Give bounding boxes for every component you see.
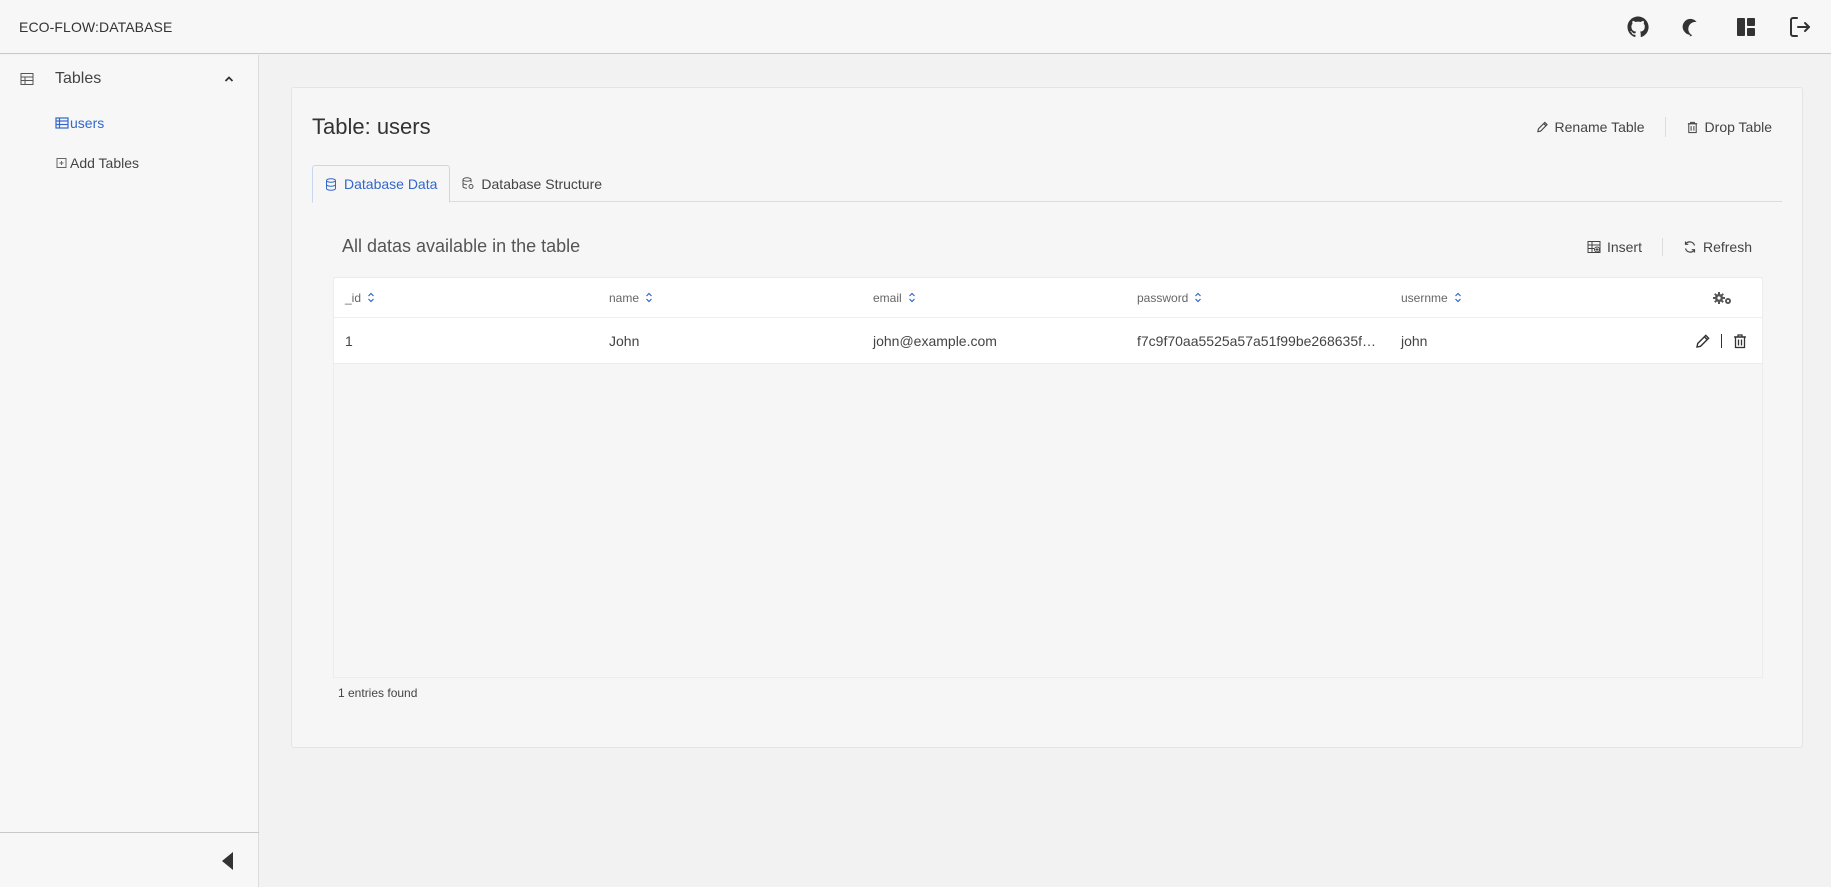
refresh-icon bbox=[1684, 241, 1696, 253]
column-header-label: name bbox=[609, 290, 640, 305]
sort-icon[interactable] bbox=[367, 292, 375, 303]
table-actions: Rename Table Drop Table bbox=[1536, 117, 1772, 137]
sort-icon[interactable] bbox=[645, 292, 653, 303]
edit-row-button[interactable] bbox=[1695, 333, 1711, 349]
data-actions: Insert Refresh bbox=[1587, 238, 1752, 256]
column-header-label: email bbox=[873, 290, 902, 305]
gears-icon[interactable] bbox=[1712, 290, 1734, 306]
sidebar-item-add-tables[interactable]: Add Tables bbox=[0, 143, 258, 183]
tab-database-structure[interactable]: Database Structure bbox=[450, 165, 614, 202]
table-insert-icon bbox=[1587, 241, 1601, 253]
column-header-name[interactable]: name bbox=[598, 291, 862, 305]
rename-table-label: Rename Table bbox=[1554, 119, 1645, 135]
top-header: ECO-FLOW:DATABASE bbox=[0, 0, 1831, 54]
layout-icon[interactable] bbox=[1733, 14, 1759, 40]
sort-icon[interactable] bbox=[1454, 292, 1462, 303]
cell-password-value: f7c9f70aa5525a57a51f99be268635f3... bbox=[1137, 332, 1377, 349]
divider bbox=[1720, 333, 1722, 348]
divider bbox=[1661, 238, 1663, 256]
column-header-label: usernme bbox=[1401, 290, 1448, 305]
table-card: Table: users Rename Table Drop Table Dat… bbox=[291, 87, 1803, 748]
plus-square-icon bbox=[56, 158, 67, 168]
row-actions bbox=[1695, 333, 1748, 349]
page-title: Table: users bbox=[312, 114, 431, 139]
rename-table-button[interactable]: Rename Table bbox=[1536, 119, 1645, 135]
sidebar-footer bbox=[0, 832, 259, 887]
table-row[interactable]: 1 John john@example.com f7c9f70aa5525a57… bbox=[334, 318, 1762, 364]
cell-usernme: john bbox=[1401, 332, 1428, 349]
column-header-password[interactable]: password bbox=[1126, 291, 1390, 305]
data-table: _id name email password usernme 1 John j… bbox=[333, 277, 1763, 678]
sidebar-item-label: users bbox=[70, 115, 105, 131]
sidebar-section-tables[interactable]: Tables bbox=[0, 55, 258, 103]
table-icon bbox=[55, 117, 69, 129]
column-header-email[interactable]: email bbox=[862, 291, 1126, 305]
sidebar: Tables users Add Tables bbox=[0, 55, 259, 887]
tab-bar: Database Data Database Structure bbox=[312, 165, 1782, 203]
pencil-icon bbox=[1695, 333, 1710, 348]
tab-database-data[interactable]: Database Data bbox=[312, 165, 451, 203]
cell-email: john@example.com bbox=[873, 332, 997, 349]
header-icons bbox=[1625, 14, 1813, 40]
sidebar-item-label: Add Tables bbox=[70, 155, 140, 171]
entries-count: 1 entries found bbox=[338, 686, 418, 700]
column-header-label: _id bbox=[345, 290, 362, 305]
table-icon bbox=[20, 73, 34, 85]
sort-icon[interactable] bbox=[908, 292, 916, 303]
section-title: All datas available in the table bbox=[342, 236, 581, 256]
drop-table-button[interactable]: Drop Table bbox=[1686, 119, 1772, 135]
cell-id: 1 bbox=[345, 332, 353, 349]
divider bbox=[1664, 117, 1666, 137]
tab-label: Database Structure bbox=[481, 175, 603, 192]
drop-table-label: Drop Table bbox=[1704, 119, 1772, 135]
moon-icon[interactable] bbox=[1679, 14, 1705, 40]
database-settings-icon bbox=[462, 177, 474, 189]
chevron-up-icon[interactable] bbox=[222, 72, 236, 86]
column-header-actions bbox=[1654, 290, 1758, 306]
insert-label: Insert bbox=[1606, 239, 1642, 255]
column-header-id[interactable]: _id bbox=[334, 291, 598, 305]
column-header-label: password bbox=[1137, 290, 1189, 305]
trash-icon bbox=[1687, 121, 1697, 134]
insert-button[interactable]: Insert bbox=[1587, 239, 1642, 255]
delete-row-button[interactable] bbox=[1732, 333, 1748, 349]
sort-icon[interactable] bbox=[1194, 292, 1202, 303]
app-brand: ECO-FLOW:DATABASE bbox=[19, 18, 173, 35]
refresh-button[interactable]: Refresh bbox=[1683, 239, 1752, 255]
cell-password: f7c9f70aa5525a57a51f99be268635f3... bbox=[1126, 333, 1390, 349]
github-icon[interactable] bbox=[1625, 14, 1651, 40]
trash-icon bbox=[1733, 333, 1746, 348]
sidebar-section-label: Tables bbox=[55, 70, 102, 87]
database-icon bbox=[326, 177, 336, 191]
sidebar-item-users[interactable]: users bbox=[0, 103, 258, 143]
collapse-sidebar-icon[interactable] bbox=[217, 849, 239, 873]
refresh-label: Refresh bbox=[1702, 239, 1752, 255]
tab-label: Database Data bbox=[344, 176, 438, 192]
column-header-usernme[interactable]: usernme bbox=[1390, 291, 1654, 305]
pencil-icon bbox=[1536, 121, 1548, 133]
table-header: _id name email password usernme bbox=[334, 278, 1762, 318]
logout-icon[interactable] bbox=[1787, 14, 1813, 40]
cell-name: John bbox=[609, 332, 640, 349]
row-actions-cell bbox=[1654, 333, 1758, 349]
